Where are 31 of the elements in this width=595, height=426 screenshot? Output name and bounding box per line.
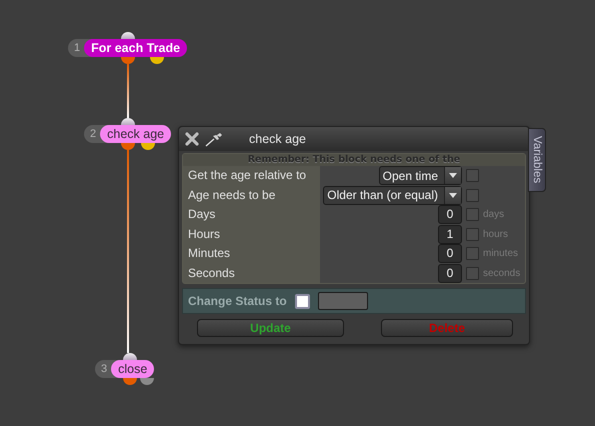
node-label[interactable]: close xyxy=(111,360,154,378)
field-label: Get the age relative to xyxy=(183,166,320,186)
node-label[interactable]: For each Trade xyxy=(84,39,188,57)
checkbox[interactable] xyxy=(466,247,479,260)
field-label: Days xyxy=(183,205,320,224)
status-field[interactable] xyxy=(318,292,368,310)
connector-line xyxy=(127,64,129,118)
field-label: Seconds xyxy=(183,264,320,283)
field-label: Age needs to be xyxy=(183,186,320,205)
dialog-title: check age xyxy=(249,132,306,146)
caret-icon[interactable] xyxy=(449,173,457,178)
dropdown[interactable]: Open time xyxy=(378,166,462,186)
status-label: Change Status to xyxy=(188,294,287,308)
checkbox[interactable] xyxy=(466,188,479,202)
close-icon[interactable] xyxy=(185,132,199,146)
caret-icon[interactable] xyxy=(449,192,457,198)
number-field[interactable]: 1 xyxy=(438,224,462,244)
field-label: Hours xyxy=(183,224,320,244)
number-field[interactable]: 0 xyxy=(438,264,462,283)
checkbox[interactable] xyxy=(466,169,479,182)
status-checkbox[interactable] xyxy=(294,294,310,308)
dropdown[interactable]: Older than (or equal) xyxy=(323,186,462,205)
field-label: Minutes xyxy=(183,244,320,264)
node-label[interactable]: check age xyxy=(100,125,172,143)
pin-icon[interactable] xyxy=(205,131,225,147)
number-field[interactable]: 0 xyxy=(438,244,462,264)
checkbox[interactable] xyxy=(466,228,479,241)
checkbox[interactable] xyxy=(466,266,479,280)
number-field[interactable]: 0 xyxy=(438,205,462,224)
checkbox[interactable] xyxy=(466,208,479,222)
variables-tab[interactable]: Variables xyxy=(528,128,546,192)
